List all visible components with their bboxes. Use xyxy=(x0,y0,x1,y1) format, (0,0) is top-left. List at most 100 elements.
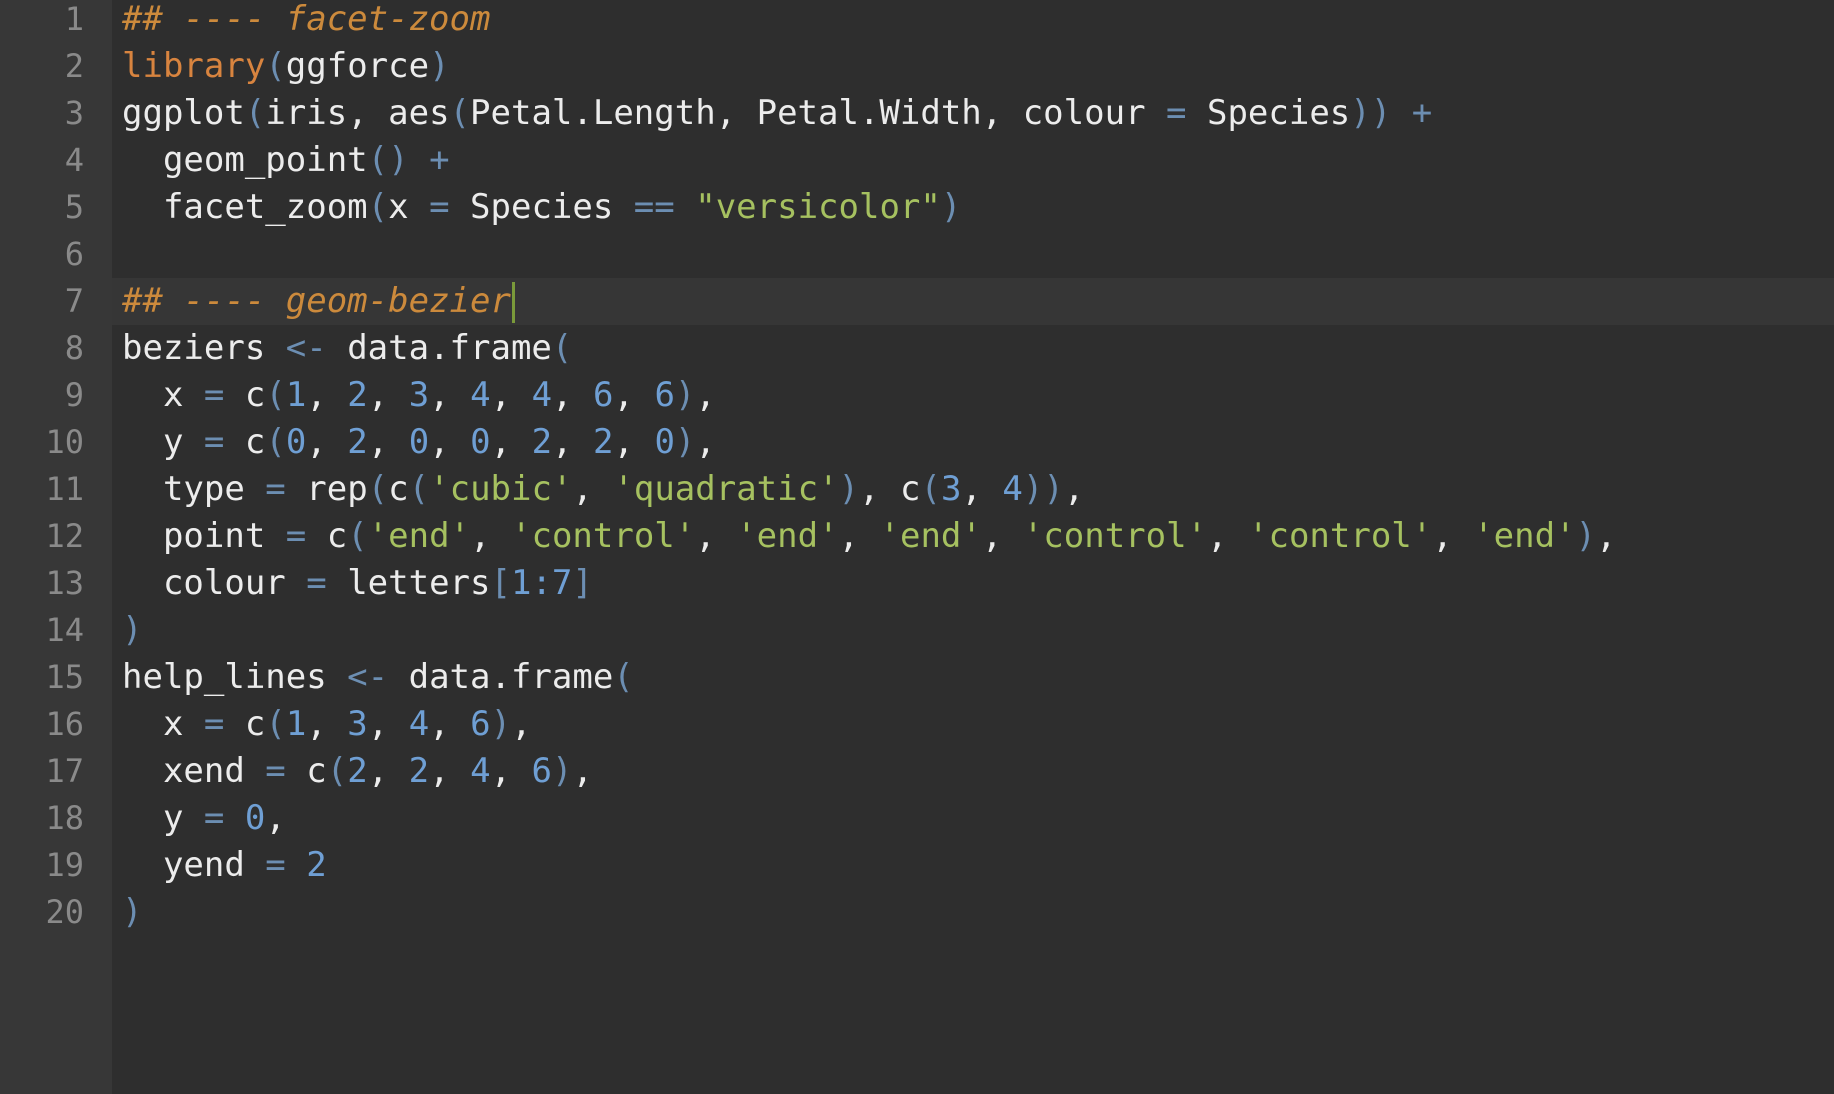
code-token: facet_zoom xyxy=(122,187,368,227)
code-token: 2 xyxy=(593,422,614,462)
code-token: + xyxy=(1391,93,1433,133)
line-number: 20 xyxy=(45,893,84,931)
code-token: ggplot xyxy=(122,93,245,133)
code-token: , xyxy=(490,422,532,462)
code-token: , xyxy=(695,516,737,556)
code-token: 2 xyxy=(347,422,368,462)
code-token: ( xyxy=(367,469,389,509)
code-token: ) xyxy=(1575,516,1597,556)
code-token: [ xyxy=(490,563,511,603)
code-line[interactable]: 9 x = c(1, 2, 3, 4, 4, 6, 6), xyxy=(0,372,1834,419)
code-token: y xyxy=(122,798,204,838)
code-token: () xyxy=(367,140,409,180)
code-token: , xyxy=(265,798,286,838)
code-token: colour xyxy=(122,563,307,603)
code-line[interactable]: 20) xyxy=(0,889,1834,936)
line-number: 3 xyxy=(64,94,84,132)
code-token: ( xyxy=(265,46,286,86)
code-token: = xyxy=(1166,93,1187,133)
line-number: 8 xyxy=(64,329,84,367)
code-token: ) xyxy=(490,704,512,744)
code-line[interactable]: 6 xyxy=(0,231,1834,278)
code-token: , xyxy=(367,422,409,462)
code-token: geom_point xyxy=(122,140,368,180)
code-token: rep xyxy=(285,469,368,509)
code-token: , xyxy=(695,375,716,415)
code-line[interactable]: 18 y = 0, xyxy=(0,795,1834,842)
code-line[interactable]: 12 point = c('end', 'control', 'end', 'e… xyxy=(0,513,1834,560)
code-token: 'control' xyxy=(511,516,696,556)
code-token: , xyxy=(1207,516,1248,556)
code-line[interactable]: 15 help_lines <- data.frame( xyxy=(0,654,1834,701)
code-token: <- xyxy=(285,328,327,368)
line-number: 17 xyxy=(45,752,84,790)
line-number: 2 xyxy=(64,47,84,85)
code-token: 4 xyxy=(531,375,553,415)
line-number: 7 xyxy=(64,282,84,320)
code-token: ( xyxy=(920,469,941,509)
code-token: , xyxy=(552,422,593,462)
line-number: 15 xyxy=(45,658,84,696)
line-number: 6 xyxy=(64,235,84,273)
code-token: ( xyxy=(408,469,430,509)
code-token: , xyxy=(306,422,348,462)
code-token: Species xyxy=(449,187,634,227)
code-token: 2 xyxy=(531,422,553,462)
code-token: x xyxy=(122,704,204,744)
code-token: , xyxy=(367,751,409,791)
code-editor[interactable]: 1 ## ---- facet-zoom 2 library(ggforce) 3 ggp… xyxy=(0,0,1834,1094)
code-line[interactable]: 3 ggplot(iris, aes(Petal.Length, Petal.Wi… xyxy=(0,90,1834,137)
code-token: , xyxy=(981,516,1023,556)
code-line[interactable]: 2 library(ggforce) xyxy=(0,43,1834,90)
code-line[interactable]: 19 yend = 2 xyxy=(0,842,1834,889)
code-token: ( xyxy=(613,657,634,697)
code-token: , xyxy=(367,704,409,744)
code-token: ( xyxy=(326,751,348,791)
code-token: 1 xyxy=(285,704,307,744)
code-token: 2 xyxy=(347,375,368,415)
code-token: , xyxy=(306,704,348,744)
code-token: , xyxy=(838,516,880,556)
code-line[interactable]: 17 xend = c(2, 2, 4, 6), xyxy=(0,748,1834,795)
code-token: 2 xyxy=(347,751,368,791)
code-line[interactable]: 4 geom_point() + xyxy=(0,137,1834,184)
line-highlight xyxy=(112,889,1834,936)
code-token: iris, aes xyxy=(265,93,450,133)
line-number: 9 xyxy=(64,376,84,414)
line-number: 19 xyxy=(45,846,84,884)
code-token: , xyxy=(572,469,614,509)
code-line[interactable]: 5 facet_zoom(x = Species == "versicolor"… xyxy=(0,184,1834,231)
line-number: 13 xyxy=(45,564,84,602)
code-line[interactable]: 14) xyxy=(0,607,1834,654)
code-token: ## ---- geom-bezier xyxy=(122,281,511,321)
code-token: ( xyxy=(244,93,266,133)
line-highlight xyxy=(112,842,1834,889)
code-line[interactable]: 8 beziers <- data.frame( xyxy=(0,325,1834,372)
code-token: = xyxy=(265,469,286,509)
code-line[interactable]: 10 y = c(0, 2, 0, 0, 2, 2, 0), xyxy=(0,419,1834,466)
code-token: 2 xyxy=(408,751,430,791)
code-token: = xyxy=(203,798,225,838)
code-line[interactable]: 7 ## ---- geom-bezier xyxy=(0,278,1834,325)
code-line[interactable]: 13 colour = letters[1:7] xyxy=(0,560,1834,607)
code-token: 'end' xyxy=(879,516,982,556)
code-token: Species xyxy=(1186,93,1351,133)
code-line[interactable]: 1 ## ---- facet-zoom xyxy=(0,0,1834,43)
code-token: ( xyxy=(347,516,368,556)
code-line[interactable]: 11 type = rep(c('cubic', 'quadratic'), c… xyxy=(0,466,1834,513)
line-number: 14 xyxy=(45,611,84,649)
code-line[interactable]: 16 x = c(1, 3, 4, 6), xyxy=(0,701,1834,748)
code-token: 0 xyxy=(408,422,430,462)
code-token: , xyxy=(470,516,511,556)
code-token: 2 xyxy=(306,845,327,885)
code-token: , xyxy=(1432,516,1474,556)
code-token: point xyxy=(122,516,286,556)
code-token: , xyxy=(552,375,593,415)
code-token: ) xyxy=(122,610,143,650)
code-token: , xyxy=(490,375,532,415)
code-token: help_lines xyxy=(122,657,348,697)
code-token: 'control' xyxy=(1248,516,1433,556)
code-token: = xyxy=(265,845,286,885)
